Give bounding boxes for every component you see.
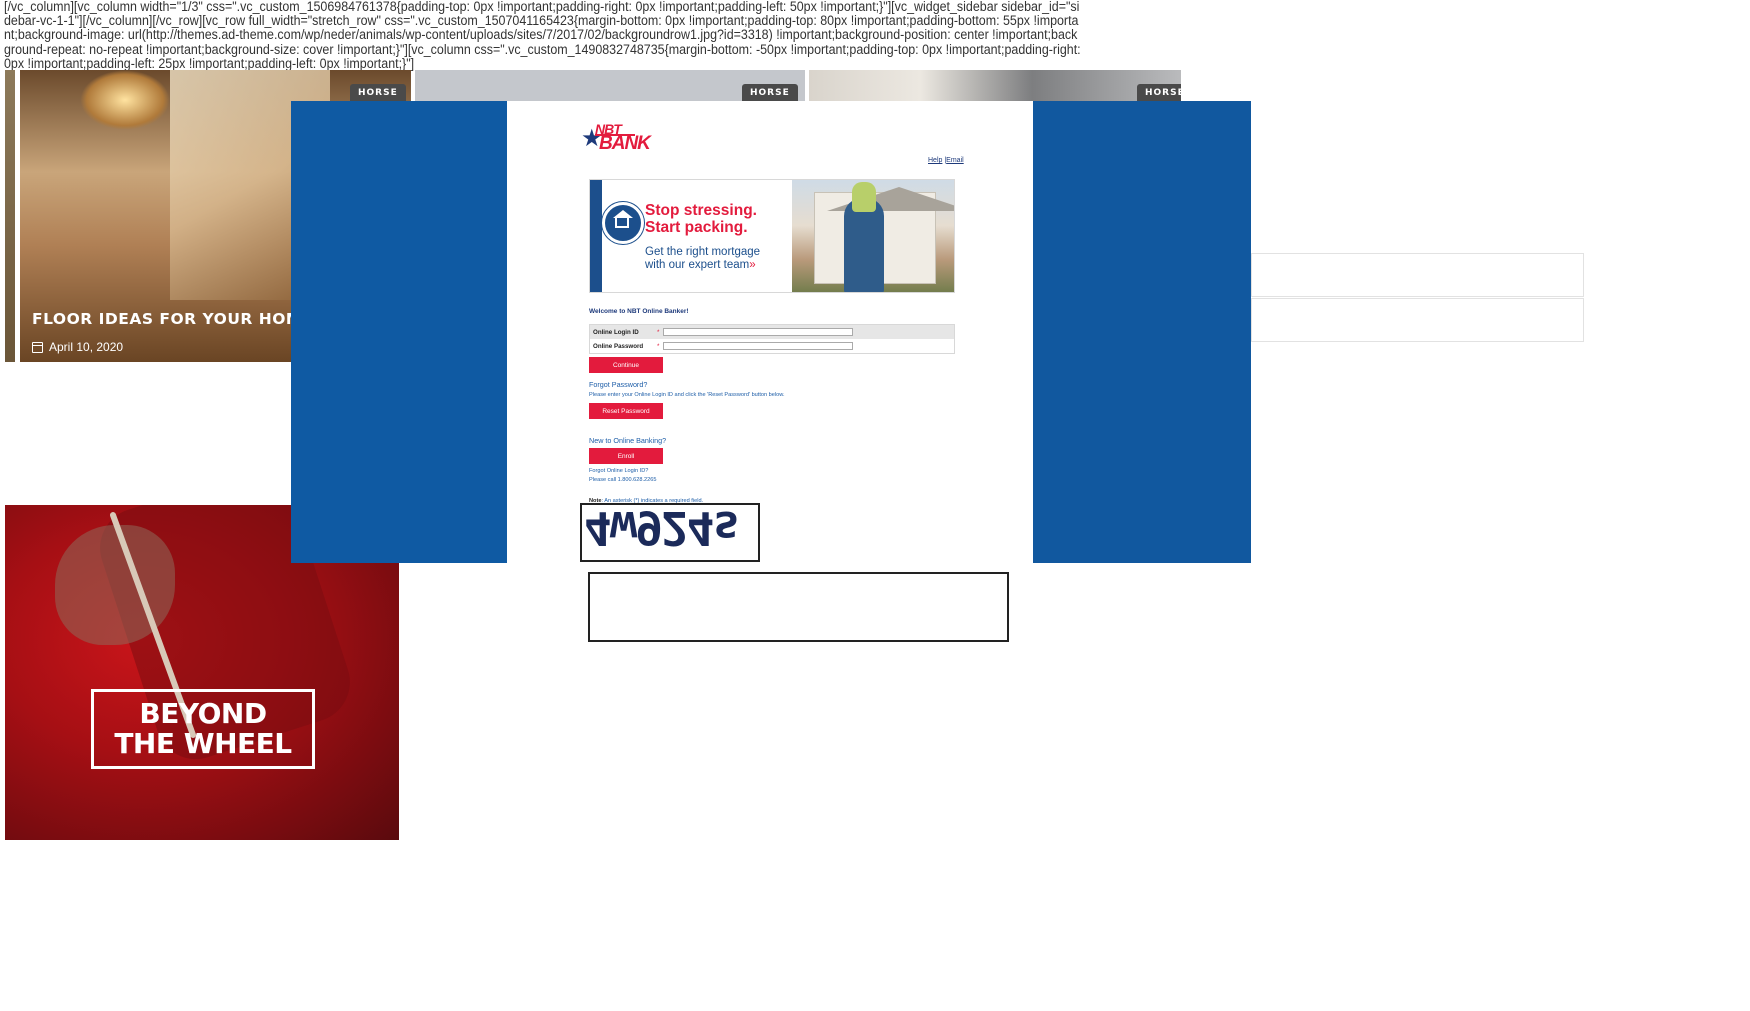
call-text: Please call 1.800.628.2265 [589, 477, 657, 483]
banner-sub-line-2: with our expert team [645, 258, 750, 271]
banner-headline-line-2: Start packing. [645, 219, 748, 236]
text-field-2[interactable] [1251, 298, 1584, 342]
login-id-input[interactable] [663, 328, 853, 336]
forgot-password-heading[interactable]: Forgot Password? [589, 380, 647, 389]
password-row: Online Password * [590, 339, 954, 353]
continue-button[interactable]: Continue [589, 357, 663, 373]
captcha-code: 4w924s [584, 503, 739, 555]
password-label: Online Password [593, 342, 644, 350]
enroll-button[interactable]: Enroll [589, 448, 663, 464]
text-field-1[interactable] [1251, 253, 1584, 297]
logo-bank: BANK [599, 133, 651, 154]
login-id-label: Online Login ID [593, 328, 639, 336]
post-card-left-edge [5, 70, 15, 362]
banner-headline: Stop stressing. Start packing. [645, 202, 757, 236]
login-form: Online Login ID * Online Password * [589, 324, 955, 354]
promo-line-1: BEYOND [139, 697, 267, 730]
new-to-banking-heading[interactable]: New to Online Banking? [589, 436, 666, 445]
leaked-shortcode-text: [/vc_column][vc_column width="1/3" css="… [4, 0, 1081, 71]
post-date: April 10, 2020 [32, 340, 123, 354]
email-link[interactable]: Email [946, 157, 964, 164]
banner-arrow: » [749, 258, 756, 271]
promo-badge: BEYOND THE WHEEL [91, 689, 315, 769]
child-shape [852, 182, 876, 212]
forgot-password-help: Please enter your Online Login ID and cl… [589, 392, 785, 398]
calendar-icon [32, 341, 43, 353]
banner-subtext: Get the right mortgage with our expert t… [645, 246, 760, 271]
family-house-photo [792, 180, 954, 292]
chandelier-photo [80, 70, 170, 130]
captcha-input[interactable] [588, 572, 1009, 642]
bank-login-screenshot: ★ NBT BANK Help |Email Stop stressing. S… [507, 101, 1033, 563]
captcha-image: 4w924s [580, 503, 760, 562]
login-id-row: Online Login ID * [590, 325, 954, 339]
category-tag[interactable]: HORSE [1137, 84, 1181, 102]
help-links: Help |Email [928, 157, 964, 164]
password-input[interactable] [663, 342, 853, 350]
banner-sub-line-1: Get the right mortgage [645, 246, 761, 258]
reset-password-button[interactable]: Reset Password [589, 403, 663, 419]
post-date-text: April 10, 2020 [49, 340, 124, 354]
home-icon [602, 202, 644, 244]
mortgage-banner[interactable]: Stop stressing. Start packing. Get the r… [589, 179, 955, 293]
promo-line-2: THE WHEEL [114, 727, 292, 760]
help-link[interactable]: Help [928, 157, 942, 164]
category-tag[interactable]: HORSE [350, 84, 406, 102]
post-title[interactable]: FLOOR IDEAS FOR YOUR HOME [32, 310, 313, 328]
category-tag[interactable]: HORSE [742, 84, 798, 102]
banner-headline-line-1: Stop stressing. [645, 202, 757, 219]
welcome-heading: Welcome to NBT Online Banker! [589, 308, 689, 315]
father-shape [844, 198, 884, 292]
nbt-bank-logo: ★ NBT BANK [581, 121, 661, 155]
forgot-login-id-link[interactable]: Forgot Online Login ID? [589, 468, 648, 474]
banner-stripe [590, 180, 602, 292]
